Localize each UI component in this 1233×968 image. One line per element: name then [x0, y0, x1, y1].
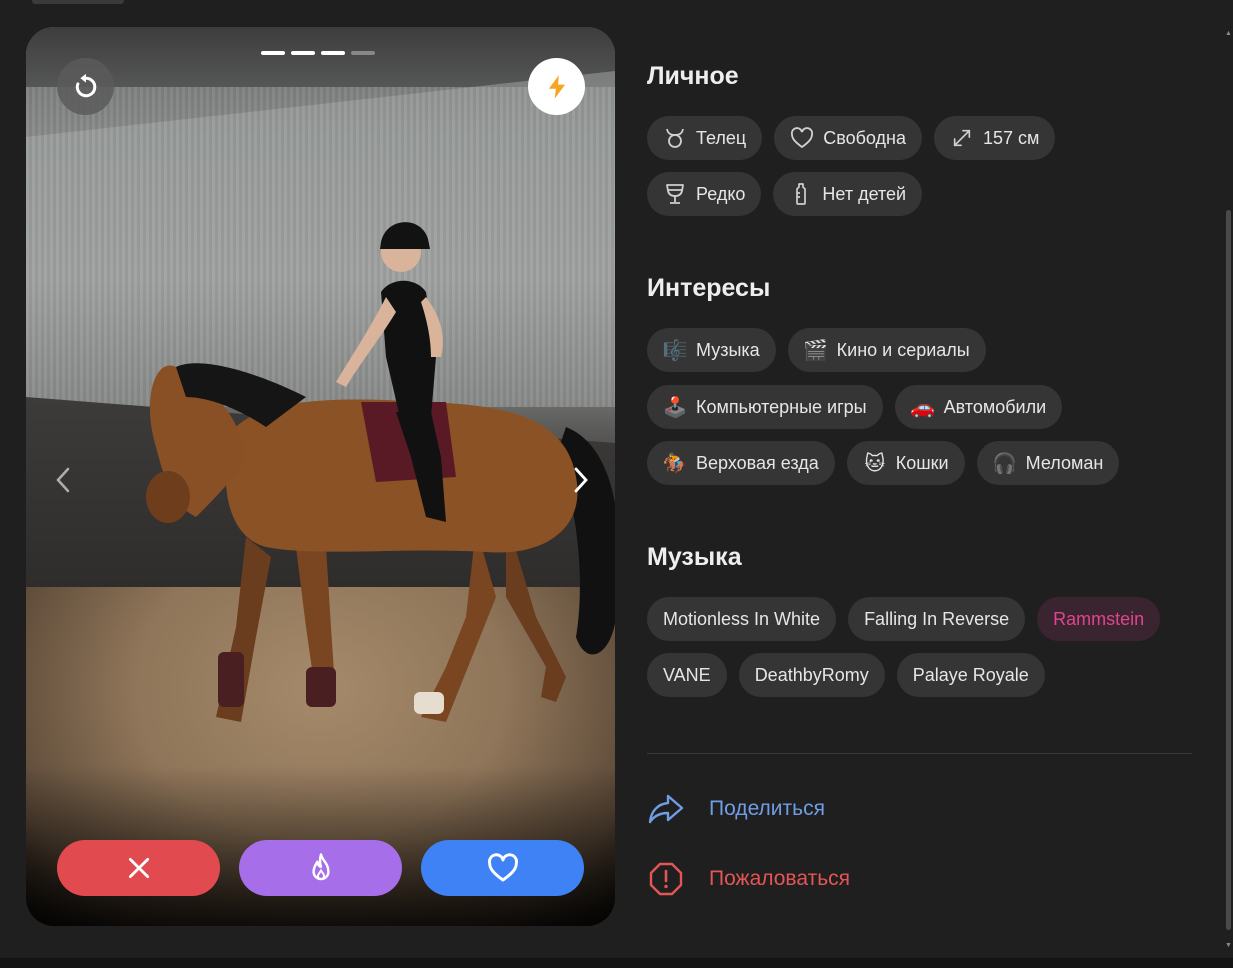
horse-racing-icon: 🏇 [662, 452, 688, 475]
music-chip-row: Motionless In White Falling In Reverse R… [647, 597, 1161, 641]
chip-zodiac: Телец [647, 116, 763, 160]
interests-chip-row-2: 🕹️ Компьютерные игры 🚗 Автомобили [647, 385, 1063, 429]
chip-label: Телец [696, 127, 747, 148]
next-photo-button[interactable] [566, 460, 596, 500]
chip-label: Редко [696, 183, 746, 204]
height-icon [950, 126, 974, 150]
progress-segment[interactable] [351, 51, 375, 55]
interests-chip-row: 🎼 Музыка 🎬 Кино и сериалы [647, 328, 986, 372]
personal-section-title: Личное [647, 62, 739, 90]
chip-drinking: Редко [647, 172, 762, 216]
progress-segment[interactable] [261, 51, 285, 55]
superlike-button[interactable] [239, 840, 402, 896]
interests-section-title: Интересы [647, 274, 771, 302]
chip-label: Автомобили [943, 396, 1047, 417]
chip-children: Нет детей [773, 172, 923, 216]
dislike-button[interactable] [57, 840, 220, 896]
chip-label: Верховая езда [696, 452, 819, 473]
interests-chip-row-3: 🏇 Верховая езда 🐱 Кошки 🎧 Меломан [647, 441, 1120, 485]
undo-icon [75, 73, 96, 97]
baby-bottle-icon [789, 182, 813, 206]
personal-chip-row: Телец Свободна 157 см [647, 116, 1056, 160]
cat-face-icon: 🐱 [864, 452, 886, 475]
car-icon: 🚗 [910, 396, 936, 419]
chip-label: 157 см [982, 127, 1040, 148]
music-score-icon: 🎼 [662, 339, 688, 362]
chip-interest-riding: 🏇 Верховая езда [647, 441, 835, 485]
scroll-down-arrow-icon[interactable]: ▼ [1224, 942, 1233, 950]
scroll-up-arrow-icon[interactable]: ▲ [1224, 30, 1233, 38]
chip-relationship: Свободна [774, 116, 922, 160]
headphones-icon: 🎧 [992, 452, 1018, 475]
chip-interest-cats: 🐱 Кошки [846, 441, 965, 485]
heart-outline-icon [790, 126, 814, 150]
joystick-icon: 🕹️ [662, 396, 688, 419]
chip-label: Свободна [823, 127, 906, 148]
chip-label: Меломан [1025, 452, 1104, 473]
progress-segment[interactable] [291, 51, 315, 55]
chip-label: Кино и сериалы [836, 339, 970, 360]
chip-artist: VANE [647, 653, 727, 697]
progress-segment[interactable] [321, 51, 345, 55]
chip-interest-music: 🎼 Музыка [647, 328, 776, 372]
chip-label: Компьютерные игры [696, 396, 867, 417]
window-bottom-edge [0, 958, 1233, 968]
chevron-right-icon [574, 467, 588, 493]
scrollbar-thumb[interactable] [1226, 210, 1231, 930]
music-section-title: Музыка [647, 543, 742, 571]
music-chip-row-2: VANE DeathbyRomy Palaye Royale [647, 653, 1045, 697]
profile-photo-card[interactable] [26, 27, 615, 926]
chip-interest-cars: 🚗 Автомобили [894, 385, 1063, 429]
alert-octagon-icon [647, 860, 685, 898]
chip-artist: Motionless In White [647, 597, 837, 641]
top-tab-edge [32, 0, 124, 4]
boost-button[interactable] [528, 58, 585, 115]
flame-icon [311, 853, 330, 881]
heart-icon [487, 853, 518, 882]
clapperboard-icon: 🎬 [803, 339, 829, 362]
chip-artist-highlighted: Rammstein [1037, 597, 1161, 641]
chip-interest-movies: 🎬 Кино и сериалы [787, 328, 986, 372]
section-divider [647, 753, 1192, 754]
undo-button[interactable] [57, 58, 114, 115]
chip-artist: DeathbyRomy [738, 653, 885, 697]
taurus-icon [663, 126, 687, 150]
chip-height: 157 см [933, 116, 1056, 160]
chip-interest-games: 🕹️ Компьютерные игры [647, 385, 883, 429]
prev-photo-button[interactable] [48, 460, 78, 500]
wine-glass-icon [663, 182, 687, 206]
lightning-icon [548, 74, 565, 99]
share-label: Поделиться [709, 797, 825, 820]
chip-artist: Palaye Royale [896, 653, 1045, 697]
horse-rider-photo [146, 222, 615, 722]
scrollbar[interactable]: ▲ ▼ [1224, 30, 1233, 950]
report-label: Пожаловаться [709, 867, 851, 890]
chevron-left-icon [56, 467, 70, 493]
chip-label: Музыка [696, 339, 760, 360]
share-link[interactable]: Поделиться [647, 790, 825, 828]
personal-chip-row-2: Редко Нет детей [647, 172, 923, 216]
photo-progress-indicator [261, 51, 375, 55]
chip-label: Кошки [895, 452, 949, 473]
chip-interest-meloman: 🎧 Меломан [976, 441, 1120, 485]
like-button[interactable] [421, 840, 584, 896]
report-link[interactable]: Пожаловаться [647, 860, 850, 898]
share-arrow-icon [647, 790, 685, 828]
profile-page: Личное Телец Свободна 157 см Редко Нет д… [0, 0, 1233, 968]
close-icon [128, 857, 149, 879]
chip-artist: Falling In Reverse [848, 597, 1026, 641]
chip-label: Нет детей [822, 183, 907, 204]
